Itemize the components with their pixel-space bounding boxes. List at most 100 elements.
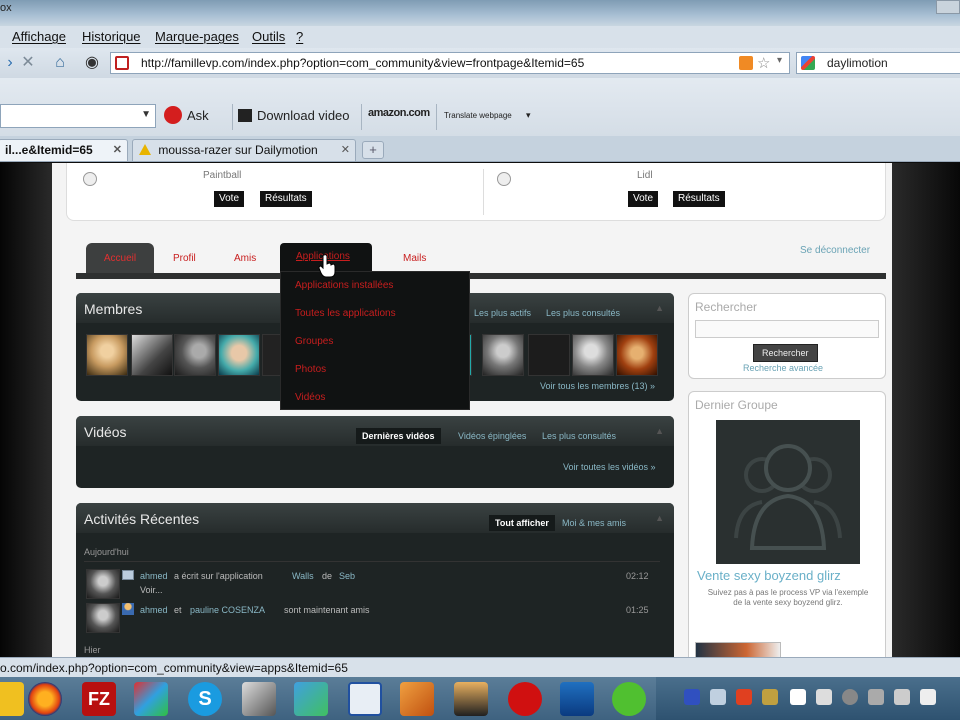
tab-amis[interactable]: Amis [234, 253, 256, 264]
menu-historique[interactable]: Historique [82, 29, 141, 44]
tray-icon[interactable] [736, 689, 752, 705]
bookmark-star-icon[interactable]: ☆ [757, 54, 770, 72]
amazon-button[interactable]: amazon.com [368, 107, 430, 119]
tray-icon[interactable] [868, 689, 884, 705]
menu-affichage[interactable]: Affichage [12, 29, 66, 44]
collapse-icon[interactable]: ▲ [655, 426, 664, 436]
avatar[interactable] [572, 334, 614, 376]
tab-mails[interactable]: Mails [403, 253, 426, 264]
activity-user-link[interactable]: ahmed [140, 605, 168, 615]
close-icon[interactable]: ✕ [341, 143, 350, 156]
tab-accueil[interactable]: Accueil [86, 243, 154, 273]
avatar[interactable] [174, 334, 216, 376]
menu-item-all-apps[interactable]: Toutes les applications [295, 308, 396, 319]
tray-icon[interactable] [790, 689, 806, 705]
translate-button[interactable]: Translate webpage [444, 111, 512, 120]
counter-strike-icon[interactable] [454, 682, 488, 716]
avatar[interactable] [528, 334, 570, 376]
collapse-icon[interactable]: ▲ [655, 513, 664, 523]
translate-dropdown-icon[interactable]: ▾ [526, 110, 531, 121]
tab-most-active[interactable]: Les plus actifs [474, 308, 531, 318]
network-icon[interactable] [134, 682, 168, 716]
window-minimize-button[interactable] [936, 0, 960, 14]
avatar[interactable] [86, 334, 128, 376]
windows-icon[interactable] [294, 682, 328, 716]
flash-icon[interactable] [508, 682, 542, 716]
home-icon[interactable]: ⌂ [50, 53, 70, 73]
tray-icon[interactable] [816, 689, 832, 705]
group-thumbnail[interactable] [695, 642, 781, 657]
forward-icon[interactable]: › [0, 53, 20, 73]
winrar-icon[interactable] [400, 682, 434, 716]
avatar[interactable] [131, 334, 173, 376]
tray-icon[interactable] [894, 689, 910, 705]
tab-latest-videos[interactable]: Dernières vidéos [356, 428, 441, 444]
tab-show-all[interactable]: Tout afficher [489, 515, 555, 531]
chevron-down-icon[interactable]: ▼ [141, 109, 151, 120]
group-name-link[interactable]: Vente sexy boyzend glirz [697, 568, 841, 583]
url-dropdown-icon[interactable]: ▾ [777, 55, 782, 66]
avatar[interactable] [616, 334, 658, 376]
logout-link[interactable]: Se déconnecter [800, 245, 870, 256]
new-tab-button[interactable]: + [362, 141, 384, 159]
tools-icon[interactable] [242, 682, 276, 716]
results-button[interactable]: Résultats [260, 191, 312, 207]
results-button[interactable]: Résultats [673, 191, 725, 207]
menu-help[interactable]: ? [296, 29, 303, 44]
menu-item-videos[interactable]: Vidéos [295, 392, 325, 403]
rss-icon[interactable] [739, 56, 753, 70]
activity-see-more[interactable]: Voir... [140, 585, 163, 595]
stop-icon[interactable]: ✕ [18, 53, 38, 73]
tab-dailymotion[interactable]: moussa-razer sur Dailymotion ✕ [132, 139, 356, 161]
teamviewer-icon[interactable] [560, 682, 594, 716]
poll-radio-right[interactable] [497, 172, 511, 186]
member-search-input[interactable] [695, 320, 879, 338]
activity-target-link[interactable]: Seb [339, 571, 355, 581]
activity-user-link[interactable]: ahmed [140, 571, 168, 581]
folder-icon[interactable] [0, 682, 24, 716]
tray-icon[interactable] [684, 689, 700, 705]
menu-marque-pages[interactable]: Marque-pages [155, 29, 239, 44]
activity-friend-link[interactable]: pauline COSENZA [190, 605, 265, 615]
skype-icon[interactable]: S [188, 682, 222, 716]
vote-button[interactable]: Vote [214, 191, 245, 207]
tray-icon[interactable] [920, 689, 936, 705]
group-image[interactable] [716, 420, 860, 564]
history-icon[interactable]: ◉ [82, 53, 102, 73]
address-bar[interactable]: http://famillevp.com/index.php?option=co… [110, 52, 790, 74]
avatar[interactable] [218, 334, 260, 376]
filezilla-icon[interactable]: FZ [82, 682, 116, 716]
ask-button[interactable]: Ask [187, 108, 209, 123]
search-engine-icon[interactable] [801, 56, 815, 70]
avatar[interactable] [86, 603, 120, 633]
download-video-button[interactable]: Download video [257, 108, 350, 123]
ask-search-input[interactable]: ▼ [0, 104, 156, 128]
poll-radio-left[interactable] [83, 172, 97, 186]
vote-button[interactable]: Vote [628, 191, 659, 207]
advanced-search-link[interactable]: Recherche avancée [743, 363, 823, 373]
menu-item-photos[interactable]: Photos [295, 364, 326, 375]
tray-icon[interactable] [842, 689, 858, 705]
menu-item-groups[interactable]: Groupes [295, 336, 333, 347]
tab-profil[interactable]: Profil [173, 253, 196, 264]
tab-famillevp[interactable]: il...e&Itemid=65 ✕ [0, 139, 128, 161]
menu-item-installed-apps[interactable]: Applications installées [295, 280, 393, 291]
tray-icon[interactable] [710, 689, 726, 705]
firefox-icon[interactable] [28, 682, 62, 716]
avatar[interactable] [482, 334, 524, 376]
tab-most-viewed-videos[interactable]: Les plus consultés [542, 431, 616, 441]
tab-pinned-videos[interactable]: Vidéos épinglées [458, 431, 526, 441]
app-icon[interactable] [612, 682, 646, 716]
see-all-videos-link[interactable]: Voir toutes les vidéos » [563, 462, 656, 472]
tray-icon[interactable] [762, 689, 778, 705]
menu-outils[interactable]: Outils [252, 29, 285, 44]
see-all-members-link[interactable]: Voir tous les membres (13) » [540, 381, 655, 391]
avatar[interactable] [86, 569, 120, 599]
tab-most-viewed[interactable]: Les plus consultés [546, 308, 620, 318]
search-bar[interactable]: daylimotion [796, 52, 960, 74]
collapse-icon[interactable]: ▲ [655, 303, 664, 313]
close-icon[interactable]: ✕ [113, 143, 122, 156]
word-icon[interactable] [348, 682, 382, 716]
search-submit-button[interactable]: Rechercher [753, 344, 818, 362]
activity-app-link[interactable]: Walls [292, 571, 314, 581]
